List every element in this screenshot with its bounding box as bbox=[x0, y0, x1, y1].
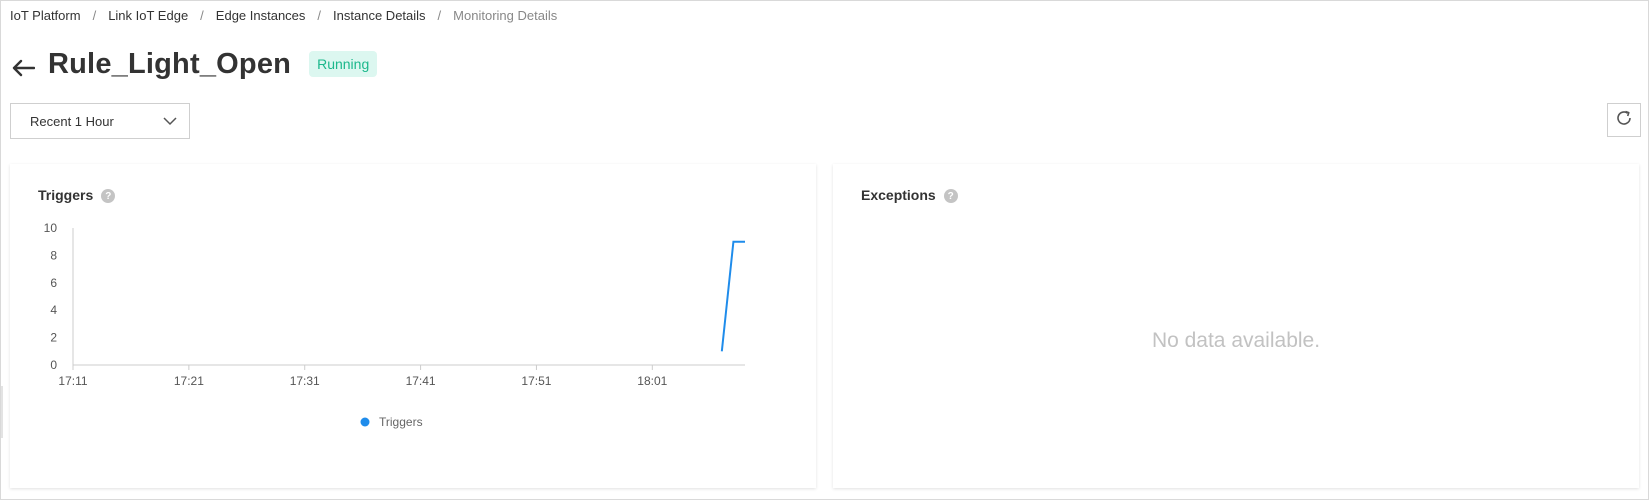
help-icon[interactable]: ? bbox=[943, 189, 958, 203]
y-tick-label: 8 bbox=[50, 248, 57, 262]
breadcrumb-item-link-iot-edge[interactable]: Link IoT Edge bbox=[108, 8, 188, 23]
status-badge: Running bbox=[309, 51, 378, 77]
triggers-chart: 0 2 4 6 8 10 17:11 17:21 17:31 17:41 17:51 18:01 Tri… bbox=[44, 221, 745, 429]
y-tick-label: 0 bbox=[50, 358, 57, 372]
breadcrumb-item-monitoring-details: Monitoring Details bbox=[453, 8, 558, 23]
triggers-card: Triggers ? 0 2 4 6 8 10 17:11 17:21 17:31 17:41 17… bbox=[10, 164, 816, 488]
back-arrow-icon[interactable] bbox=[10, 55, 36, 81]
time-range-select[interactable]: Recent 1 Hour bbox=[10, 103, 190, 139]
exceptions-title-text: Exceptions bbox=[861, 187, 936, 203]
series-line-triggers bbox=[720, 240, 745, 352]
edge-divider bbox=[1, 386, 3, 438]
x-tick-label: 17:11 bbox=[58, 374, 87, 388]
x-tick-label: 17:51 bbox=[521, 374, 551, 388]
y-tick-label: 2 bbox=[50, 331, 57, 345]
time-range-value: Recent 1 Hour bbox=[30, 113, 114, 129]
x-tick-label: 17:21 bbox=[174, 374, 204, 388]
exceptions-card: Exceptions ? No data available. bbox=[833, 164, 1639, 488]
breadcrumb-separator: / bbox=[92, 8, 97, 23]
x-tick-label: 17:31 bbox=[290, 374, 320, 388]
breadcrumb-separator: / bbox=[437, 8, 442, 23]
y-tick-label: 6 bbox=[50, 276, 57, 290]
breadcrumb-item-edge-instances[interactable]: Edge Instances bbox=[216, 8, 306, 23]
breadcrumb: IoT Platform / Link IoT Edge / Edge Inst… bbox=[10, 8, 557, 23]
page-title: Rule_Light_Open bbox=[48, 47, 292, 80]
exceptions-card-title: Exceptions ? bbox=[861, 187, 958, 203]
refresh-icon bbox=[1615, 109, 1633, 132]
window-frame: IoT Platform / Link IoT Edge / Edge Inst… bbox=[0, 0, 1649, 500]
legend-marker bbox=[360, 417, 370, 427]
breadcrumb-item-iot-platform[interactable]: IoT Platform bbox=[10, 8, 81, 23]
page-header: Rule_Light_Open Running bbox=[10, 47, 378, 81]
chevron-down-icon bbox=[163, 114, 177, 129]
legend-label: Triggers bbox=[379, 415, 423, 429]
breadcrumb-separator: / bbox=[200, 8, 204, 23]
y-tick-label: 4 bbox=[50, 303, 57, 317]
refresh-button[interactable] bbox=[1607, 103, 1641, 137]
breadcrumb-separator: / bbox=[317, 8, 322, 23]
empty-state-text: No data available. bbox=[1151, 329, 1321, 352]
breadcrumb-item-instance-details[interactable]: Instance Details bbox=[333, 8, 426, 23]
x-tick-label: 17:41 bbox=[406, 374, 436, 388]
y-tick-label: 10 bbox=[44, 221, 58, 235]
x-tick-label: 18:01 bbox=[637, 374, 667, 388]
